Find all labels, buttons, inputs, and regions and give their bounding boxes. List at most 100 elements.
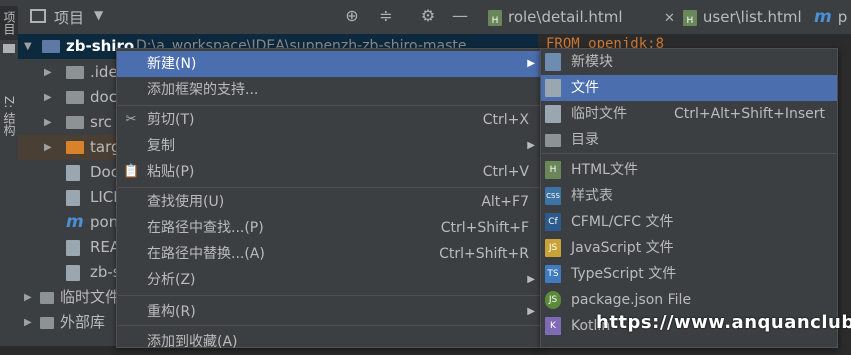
menu-label: 分析(Z) <box>147 272 196 288</box>
chevron-right-icon[interactable]: ▶ <box>24 310 34 335</box>
menu-label: 目录 <box>571 132 599 148</box>
menu-label: CFML/CFC 文件 <box>571 214 674 230</box>
chevron-down-icon[interactable]: ▼ <box>24 34 34 59</box>
folder-icon <box>545 134 561 147</box>
folder-icon <box>66 116 84 129</box>
library-icon <box>40 317 54 329</box>
tool-window-strip: 项目 Z: 结构 <box>0 0 19 346</box>
tree-label: .ide <box>90 63 118 81</box>
html-file-icon: H <box>682 9 697 26</box>
menu-label: 在路径中替换...(A) <box>147 246 265 262</box>
menu-item-copy[interactable]: 复制 ▶ <box>117 133 541 159</box>
submenu-item-stylesheet[interactable]: CSS 样式表 <box>541 183 837 209</box>
submenu-item-file[interactable]: 文件 <box>541 75 837 101</box>
folder-icon <box>66 66 84 79</box>
tree-label: pon <box>90 213 119 231</box>
structure-tool-tab-label: Z: 结构 <box>2 95 16 137</box>
menu-label: 剪切(T) <box>147 112 195 128</box>
nodejs-icon: JS <box>545 291 561 309</box>
menu-label: 新建(N) <box>147 56 197 72</box>
menu-separator <box>542 153 836 154</box>
submenu-item-javascript[interactable]: JS JavaScript 文件 <box>541 235 837 261</box>
text-file-icon <box>66 190 80 206</box>
file-icon <box>545 79 561 97</box>
menu-item-analyze[interactable]: 分析(Z) ▶ <box>117 267 541 293</box>
maven-icon: m <box>814 7 832 27</box>
gear-icon[interactable]: ⚙ <box>418 6 438 26</box>
menu-item-cut[interactable]: ✂ 剪切(T) Ctrl+X <box>117 107 541 133</box>
tab-pom[interactable]: mp <box>814 0 847 34</box>
menu-label: package.json File <box>571 292 692 308</box>
submenu-item-new-module[interactable]: 新模块 <box>541 49 837 75</box>
chevron-down-icon[interactable]: ▼ <box>94 8 103 22</box>
tree-label: src <box>90 113 112 131</box>
tab-label: role\detail.html <box>508 8 623 26</box>
menu-item-paste[interactable]: 📋 粘贴(P) Ctrl+V <box>117 159 541 185</box>
menu-item-find-usages[interactable]: 查找使用(U) Alt+F7 <box>117 189 541 215</box>
maven-icon: m <box>66 212 84 232</box>
menu-shortcut: Ctrl+Alt+Shift+Insert <box>673 106 825 122</box>
kotlin-icon: K <box>545 317 561 335</box>
html-file-icon: H <box>488 9 502 26</box>
menu-label: HTML文件 <box>571 162 638 178</box>
menu-item-refactor[interactable]: 重构(R) ▶ <box>117 299 541 325</box>
markdown-file-icon <box>66 240 80 256</box>
structure-tool-tab[interactable]: Z: 结构 <box>0 86 18 146</box>
project-toolbar: 项目 ▼ ⊕ ≑ ⚙ — <box>18 0 478 35</box>
tab-user-list[interactable]: ✕ Huser\list.html <box>664 0 802 34</box>
chevron-right-icon[interactable]: ▶ <box>44 85 54 110</box>
tab-label: p <box>837 8 848 26</box>
tab-label: user\list.html <box>702 8 802 26</box>
js-file-icon: JS <box>545 239 561 257</box>
chevron-right-icon: ▶ <box>527 306 535 317</box>
menu-separator <box>118 187 540 188</box>
menu-label: 文件 <box>571 80 599 96</box>
menu-shortcut: Ctrl+Shift+R <box>439 246 529 262</box>
project-tool-tab-label: 项目 <box>2 11 16 35</box>
css-file-icon: CSS <box>545 187 561 205</box>
menu-item-find-in-path[interactable]: 在路径中查找...(P) Ctrl+Shift+F <box>117 215 541 241</box>
menu-label: 添加框架的支持... <box>147 82 259 98</box>
menu-label: JavaScript 文件 <box>571 240 674 256</box>
folder-icon <box>66 91 84 104</box>
menu-item-new[interactable]: 新建(N) ▶ <box>117 51 541 77</box>
chevron-right-icon: ▶ <box>527 274 535 285</box>
menu-label: 粘贴(P) <box>147 164 195 180</box>
project-view-icon <box>30 9 46 23</box>
chevron-right-icon[interactable]: ▶ <box>44 135 54 160</box>
locate-icon[interactable]: ⊕ <box>342 6 362 26</box>
menu-item-add-to-favorites[interactable]: 添加到收藏(A) <box>117 329 541 355</box>
menu-shortcut: Ctrl+X <box>482 112 529 128</box>
tree-label: doc <box>90 88 117 106</box>
close-icon[interactable]: ✕ <box>664 11 675 26</box>
chevron-right-icon[interactable]: ▶ <box>44 110 54 135</box>
collapse-all-icon[interactable]: ≑ <box>376 6 396 26</box>
submenu-item-cfml[interactable]: Cf CFML/CFC 文件 <box>541 209 837 235</box>
tree-label: 临时文件 <box>60 288 121 306</box>
chevron-right-icon[interactable]: ▶ <box>24 285 34 310</box>
scissors-icon: ✂ <box>125 112 137 127</box>
scratch-file-icon <box>545 105 561 123</box>
project-view-selector[interactable]: 项目 <box>54 7 84 28</box>
menu-item-add-framework[interactable]: 添加框架的支持... <box>117 77 541 103</box>
tab-role-detail[interactable]: Hrole\detail.html <box>488 0 623 34</box>
cfml-file-icon: Cf <box>545 213 561 231</box>
menu-shortcut: Ctrl+Shift+F <box>440 220 529 236</box>
watermark: https://www.anquanclub.cn <box>596 312 851 333</box>
submenu-item-typescript[interactable]: TS TypeScript 文件 <box>541 261 837 287</box>
submenu-item-directory[interactable]: 目录 <box>541 127 837 153</box>
minimize-icon[interactable]: — <box>450 6 470 26</box>
menu-shortcut: Ctrl+V <box>482 164 529 180</box>
submenu-item-scratch-file[interactable]: 临时文件 Ctrl+Alt+Shift+Insert <box>541 101 837 127</box>
menu-separator <box>118 105 540 106</box>
project-tool-tab[interactable]: 项目 <box>0 6 18 40</box>
tree-label: 外部库 <box>60 313 106 331</box>
chevron-right-icon[interactable]: ▶ <box>44 60 54 85</box>
menu-item-replace-in-path[interactable]: 在路径中替换...(A) Ctrl+Shift+R <box>117 241 541 267</box>
submenu-item-package-json[interactable]: JS package.json File <box>541 287 837 313</box>
submenu-item-html-file[interactable]: H HTML文件 <box>541 157 837 183</box>
menu-label: 在路径中查找...(P) <box>147 220 264 236</box>
menu-separator <box>118 325 540 326</box>
menu-label: TypeScript 文件 <box>571 266 677 282</box>
menu-label: 添加到收藏(A) <box>147 334 238 350</box>
